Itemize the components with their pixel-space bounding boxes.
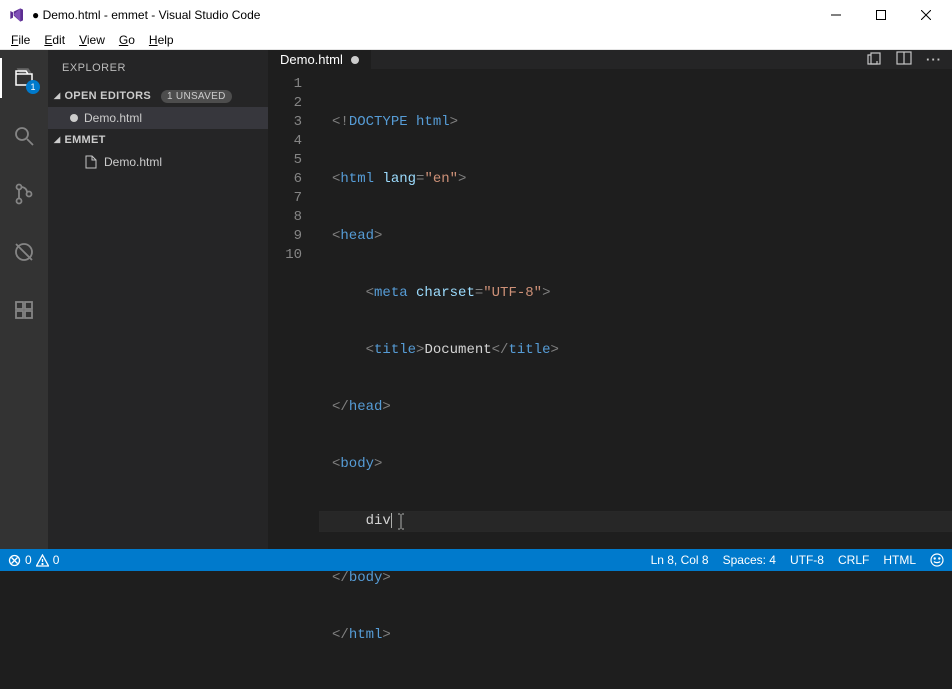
compare-changes-icon[interactable] [866,50,882,69]
activity-explorer[interactable]: 1 [0,58,48,98]
section-project[interactable]: ◢ EMMET [48,129,268,151]
line-number: 10 [268,246,302,265]
activity-extensions[interactable] [0,290,48,330]
line-number: 7 [268,189,302,208]
file-icon [84,155,98,169]
dirty-indicator-icon [70,114,78,122]
activity-search[interactable] [0,116,48,156]
line-number: 9 [268,227,302,246]
maximize-button[interactable] [858,0,903,30]
activity-source-control[interactable] [0,174,48,214]
dirty-indicator-icon [351,56,359,64]
mouse-text-cursor-icon [396,513,406,537]
tab-demo-html[interactable]: Demo.html [268,50,372,69]
sidebar-title: EXPLORER [48,50,268,85]
sidebar: EXPLORER ◢ OPEN EDITORS 1 UNSAVED Demo.h… [48,50,268,549]
line-number: 5 [268,151,302,170]
chevron-down-icon: ◢ [54,135,60,144]
gutter: 1 2 3 4 5 6 7 8 9 10 [268,69,320,689]
code-editor[interactable]: 1 2 3 4 5 6 7 8 9 10 <!DOCTYPE html> <ht… [268,69,952,689]
more-actions-icon[interactable]: ··· [926,52,942,68]
line-number: 1 [268,75,302,94]
tab-bar: Demo.html ··· [268,50,952,69]
status-problems[interactable]: 0 0 [8,553,59,567]
menu-bar: File Edit View Go Help [0,30,952,50]
title-bar: ● Demo.html - emmet - Visual Studio Code [0,0,952,30]
menu-help[interactable]: Help [142,33,181,47]
line-number: 2 [268,94,302,113]
editor-area: Demo.html ··· 1 2 3 4 5 6 7 [268,50,952,549]
menu-file[interactable]: File [4,33,37,47]
vscode-logo-icon [8,6,26,24]
line-number: 4 [268,132,302,151]
activity-debug[interactable] [0,232,48,272]
section-open-editors[interactable]: ◢ OPEN EDITORS 1 UNSAVED [48,85,268,107]
status-errors-count: 0 [25,553,32,567]
menu-view[interactable]: View [72,33,112,47]
editor-actions: ··· [856,50,952,69]
window-controls [813,0,948,30]
open-editor-label: Demo.html [84,111,142,125]
split-editor-icon[interactable] [896,50,912,69]
status-warnings-count: 0 [53,553,60,567]
window-title: ● Demo.html - emmet - Visual Studio Code [32,8,260,22]
line-number: 3 [268,113,302,132]
project-file-label: Demo.html [104,155,162,169]
line-number: 6 [268,170,302,189]
tab-label: Demo.html [280,52,343,67]
close-button[interactable] [903,0,948,30]
line-number: 8 [268,208,302,227]
menu-go[interactable]: Go [112,33,142,47]
code-content[interactable]: <!DOCTYPE html> <html lang="en"> <head> … [320,69,952,689]
minimize-button[interactable] [813,0,858,30]
chevron-down-icon: ◢ [54,91,60,100]
activity-badge: 1 [26,80,40,94]
section-open-editors-label: OPEN EDITORS [64,90,151,102]
unsaved-badge: 1 UNSAVED [161,90,232,103]
open-editor-item[interactable]: Demo.html [48,107,268,129]
project-file-item[interactable]: Demo.html [48,151,268,173]
menu-edit[interactable]: Edit [37,33,72,47]
text-cursor [391,513,392,528]
section-project-label: EMMET [64,134,105,146]
activity-bar: 1 [0,50,48,549]
